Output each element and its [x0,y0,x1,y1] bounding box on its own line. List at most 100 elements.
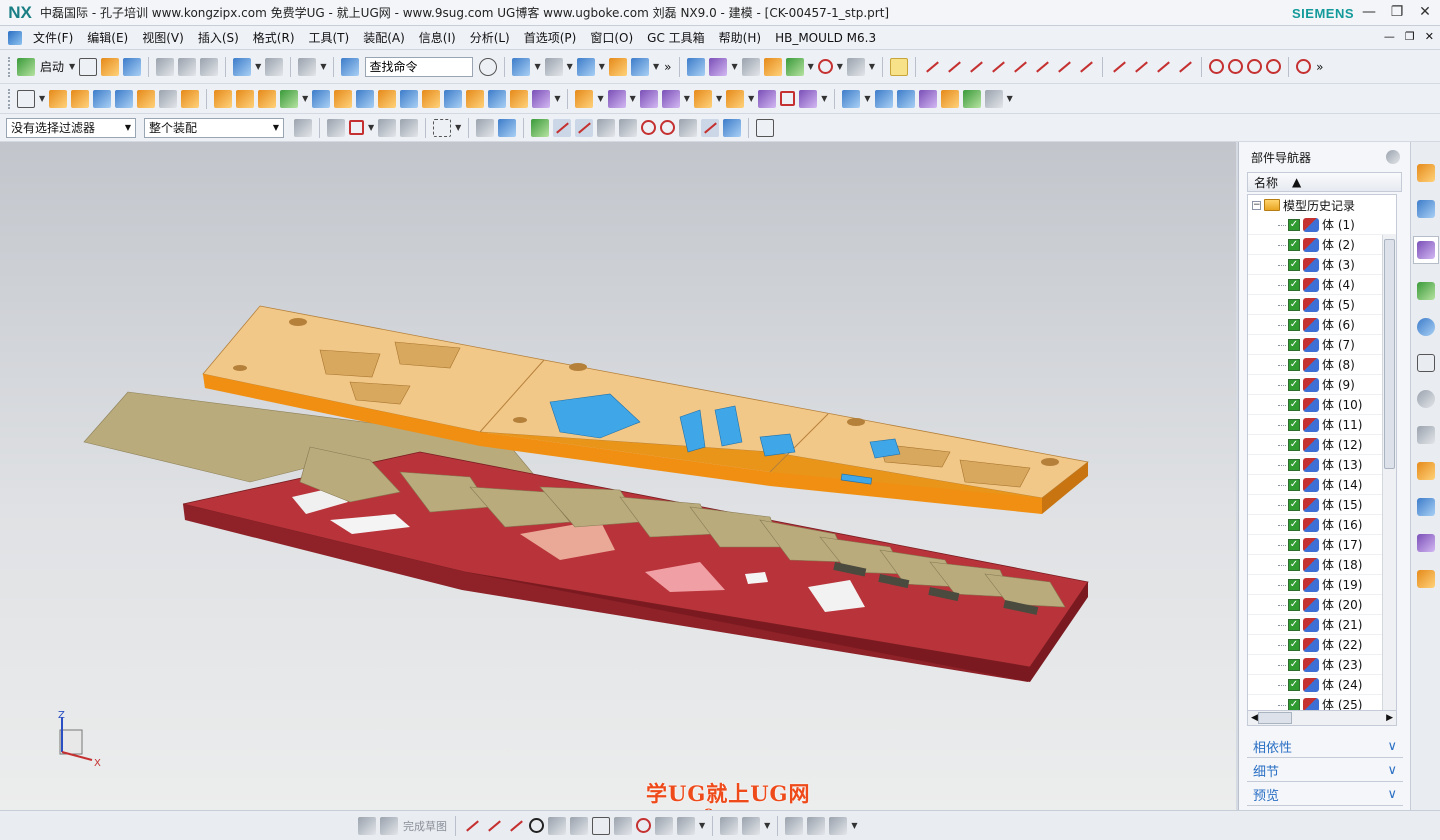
tree-item[interactable]: ✓ 体 (10) [1248,395,1396,415]
tree-item[interactable]: ✓ 体 (6) [1248,315,1396,335]
visibility-checkbox[interactable]: ✓ [1288,518,1300,531]
point-icon[interactable] [817,59,833,74]
tree-root-model-history[interactable]: − 模型历史记录 [1248,195,1396,215]
cylinder-icon[interactable] [115,89,134,108]
visibility-checkbox[interactable]: ✓ [1288,618,1300,631]
doc-close-button[interactable]: ✕ [1425,30,1434,43]
process-studio-icon[interactable] [1416,462,1435,480]
visibility-checkbox[interactable]: ✓ [1288,398,1300,411]
circle-3-icon[interactable] [1247,59,1263,74]
tree-item[interactable]: ✓ 体 (22) [1248,635,1396,655]
layout-icon[interactable] [512,57,531,76]
visibility-checkbox[interactable]: ✓ [1288,238,1300,251]
analysis-icon[interactable] [763,57,782,76]
start-dropdown-icon[interactable]: ▼ [69,62,75,71]
tree-item[interactable]: ✓ 体 (7) [1248,335,1396,355]
snap-center-icon[interactable] [641,120,657,135]
sketch-trim-icon[interactable] [677,816,695,835]
tree-item[interactable]: ✓ 体 (14) [1248,475,1396,495]
scroll-left-icon[interactable]: ◀ [1251,713,1258,723]
menu-view[interactable]: 视图(V) [135,29,191,46]
offset-face-icon[interactable] [444,89,463,108]
web-browser-icon[interactable] [1416,354,1435,372]
sketch-arc-icon[interactable] [507,817,525,835]
hd3d-tools-icon[interactable] [1416,318,1435,336]
snap-on-curve-icon[interactable] [701,118,720,137]
history-icon[interactable] [1416,390,1435,408]
visibility-checkbox[interactable]: ✓ [1288,658,1300,671]
snap-point-icon[interactable] [531,118,550,137]
visibility-checkbox[interactable]: ✓ [1288,338,1300,351]
pattern-icon[interactable] [532,89,551,108]
select-move-2-icon[interactable] [400,118,419,137]
trim-icon[interactable] [1176,58,1194,76]
sketch-chamfer-icon[interactable] [570,816,588,835]
doc-restore-button[interactable]: ❐ [1405,30,1415,43]
sketch-line-icon[interactable] [485,817,503,835]
sketch-point-icon[interactable] [636,818,651,833]
draft-icon[interactable] [466,89,485,108]
visibility-checkbox[interactable]: ✓ [1288,258,1300,271]
sketch-polygon-icon[interactable] [614,816,632,835]
tree-item[interactable]: ✓ 体 (1) [1248,215,1396,235]
snap-quadrant-icon[interactable] [660,120,676,135]
menu-analysis[interactable]: 分析(L) [463,29,517,46]
delete-face-icon[interactable] [758,89,777,108]
copy-icon[interactable] [178,57,197,76]
constraint-navigator-icon[interactable] [1416,200,1435,218]
menu-help[interactable]: 帮助(H) [712,29,768,46]
snap-existing-point-icon[interactable] [679,118,698,137]
snap-icon[interactable] [709,57,728,76]
tree-item[interactable]: ✓ 体 (19) [1248,575,1396,595]
tree-horizontal-scrollbar[interactable]: ◀ ▶ [1247,710,1397,726]
doc-minimize-button[interactable]: — [1384,30,1395,43]
manufacturing-wizard-icon[interactable] [1416,498,1435,516]
redo-icon[interactable] [265,57,284,76]
rectangle-select-icon[interactable] [433,118,452,137]
revolve-icon[interactable] [71,89,90,108]
fillet-icon[interactable] [1110,58,1128,76]
collapse-icon[interactable]: − [1252,200,1261,210]
menu-information[interactable]: 信息(I) [412,29,463,46]
tree-item[interactable]: ✓ 体 (16) [1248,515,1396,535]
sketch-circle-icon[interactable] [529,818,544,833]
sketch-offset-icon[interactable] [655,816,673,835]
visibility-checkbox[interactable]: ✓ [1288,438,1300,451]
tree-item[interactable]: ✓ 体 (8) [1248,355,1396,375]
snap-on-surface-icon[interactable] [723,118,742,137]
open-folder-icon[interactable] [101,57,120,76]
measure-icon[interactable] [741,57,760,76]
sketch-dimension-icon[interactable] [742,816,761,835]
surface-icon[interactable] [842,89,861,108]
subtract-icon[interactable] [312,89,331,108]
visibility-checkbox[interactable]: ✓ [1288,498,1300,511]
line-2-icon[interactable] [945,58,963,76]
visibility-checkbox[interactable]: ✓ [1288,678,1300,691]
profile-icon[interactable] [463,817,481,835]
split-body-icon[interactable] [378,89,397,108]
roles-icon[interactable] [1416,534,1435,552]
start-icon[interactable] [17,57,35,76]
tree-item[interactable]: ✓ 体 (13) [1248,455,1396,475]
line-3-icon[interactable] [967,58,985,76]
tree-item[interactable]: ✓ 体 (2) [1248,235,1396,255]
render-style-icon[interactable] [544,57,563,76]
navigator-settings-icon[interactable] [1386,150,1400,164]
constrain-face-icon[interactable] [780,91,796,106]
n-sided-icon[interactable] [940,89,959,108]
toolbar-overflow-1[interactable]: » [664,60,671,74]
system-materials-icon[interactable] [1416,426,1435,444]
chamfer-edge-icon[interactable] [510,89,529,108]
toolbar-grip[interactable] [8,56,11,77]
chamfer-icon[interactable] [1132,58,1150,76]
tree-item[interactable]: ✓ 体 (4) [1248,275,1396,295]
toolbar-grip-2[interactable] [8,88,11,109]
menu-hb-mould[interactable]: HB_MOULD M6.3 [768,31,883,45]
sphere-icon[interactable] [159,89,178,108]
tree-item[interactable]: ✓ 体 (24) [1248,675,1396,695]
edit-section-icon[interactable] [608,57,627,76]
cut-icon[interactable] [156,57,175,76]
circle-2-icon[interactable] [1228,59,1244,74]
menu-window[interactable]: 窗口(O) [583,29,640,46]
menu-file[interactable]: 文件(F) [26,29,80,46]
